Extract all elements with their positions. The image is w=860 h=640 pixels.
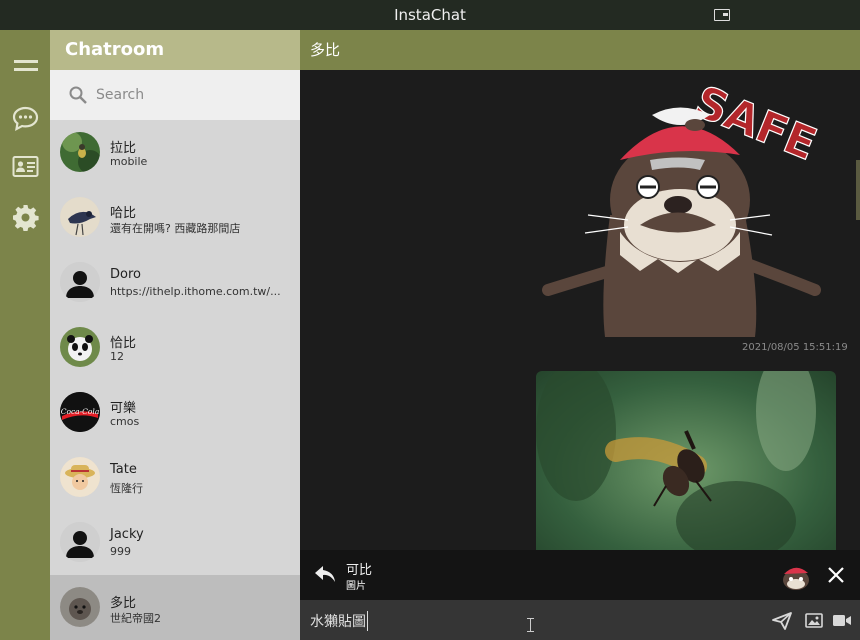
search-box[interactable]: Search <box>50 70 300 120</box>
contact-item[interactable]: Doro https://ithelp.ithome.com.tw/... <box>50 250 300 315</box>
contact-name: Tate <box>110 462 137 477</box>
text-cursor <box>527 618 534 632</box>
avatar <box>60 327 100 367</box>
contact-last-message: 世紀帝國2 <box>110 612 161 625</box>
chat-bubble-icon[interactable] <box>12 105 39 132</box>
search-icon <box>69 86 87 104</box>
avatar <box>60 197 100 237</box>
search-input[interactable]: Search <box>96 87 144 103</box>
avatar <box>60 132 100 172</box>
reply-thumbnail <box>778 560 814 590</box>
reply-content-type: 圖片 <box>346 581 366 592</box>
contact-card-icon[interactable] <box>12 153 39 180</box>
contact-name: 恰比 <box>110 336 137 351</box>
image-icon[interactable] <box>805 613 823 628</box>
contact-name: Jacky <box>110 527 144 542</box>
message-input-bar: 水獺貼圖 <box>300 600 860 640</box>
scrollbar-thumb[interactable] <box>856 160 860 220</box>
contact-last-message: https://ithelp.ithome.com.tw/... <box>110 285 281 298</box>
default-avatar-icon <box>60 522 100 562</box>
contact-item-active[interactable]: 多比 世紀帝國2 <box>50 575 300 640</box>
message-timestamp: 2021/08/05 15:51:19 <box>742 342 848 353</box>
contact-name: 多比 <box>110 596 137 611</box>
contact-item[interactable]: 拉比 mobile <box>50 120 300 185</box>
avatar <box>60 587 100 627</box>
contact-item[interactable]: 哈比 還有在開嗎? 西藏路那間店 <box>50 185 300 250</box>
default-avatar-icon <box>60 262 100 302</box>
title-bar: InstaChat <box>0 0 860 30</box>
avatar <box>60 457 100 497</box>
otter-sticker[interactable]: SAFE <box>540 75 840 337</box>
message-area[interactable]: SAFE 2021/08/05 15:51:19 <box>300 70 860 550</box>
send-icon[interactable] <box>772 612 792 630</box>
contact-name: 拉比 <box>110 141 137 156</box>
menu-icon[interactable] <box>0 55 50 83</box>
reply-sender-name: 可比 <box>346 563 373 578</box>
coca-cola-logo: Coca-Cola <box>60 392 100 432</box>
nav-rail <box>0 30 50 640</box>
contact-last-message: 恆隆行 <box>110 482 143 495</box>
svg-text:Coca-Cola: Coca-Cola <box>61 407 100 416</box>
reply-arrow-icon <box>315 566 335 582</box>
beetle-photo[interactable] <box>536 371 836 550</box>
contact-last-message: 999 <box>110 545 131 558</box>
sidebar-title: Chatroom <box>50 30 300 70</box>
message-input[interactable]: 水獺貼圖 <box>310 611 368 631</box>
chatroom-sidebar: Chatroom Search 拉比 mobile 哈比 還有在開嗎? 西藏路那… <box>50 30 300 640</box>
contact-last-message: 12 <box>110 350 124 363</box>
contact-list: 拉比 mobile 哈比 還有在開嗎? 西藏路那間店 Doro https://… <box>50 120 300 640</box>
contact-name: 可樂 <box>110 401 137 416</box>
contact-name: 哈比 <box>110 206 137 221</box>
app-title: InstaChat <box>394 6 466 24</box>
contact-last-message: cmos <box>110 415 140 428</box>
window-mode-icon[interactable] <box>714 9 730 21</box>
contact-last-message: 還有在開嗎? 西藏路那間店 <box>110 222 241 235</box>
contact-item[interactable]: Jacky 999 <box>50 510 300 575</box>
video-icon[interactable] <box>832 614 852 627</box>
settings-gear-icon[interactable] <box>12 204 39 232</box>
contact-item[interactable]: 恰比 12 <box>50 315 300 380</box>
chat-title: 多比 <box>300 30 860 70</box>
reply-preview-bar: 可比 圖片 <box>300 550 860 600</box>
contact-name: Doro <box>110 267 141 282</box>
contact-item[interactable]: Coca-Cola 可樂 cmos <box>50 380 300 445</box>
contact-last-message: mobile <box>110 155 148 168</box>
close-reply-icon[interactable] <box>827 566 845 584</box>
contact-item[interactable]: Tate 恆隆行 <box>50 445 300 510</box>
